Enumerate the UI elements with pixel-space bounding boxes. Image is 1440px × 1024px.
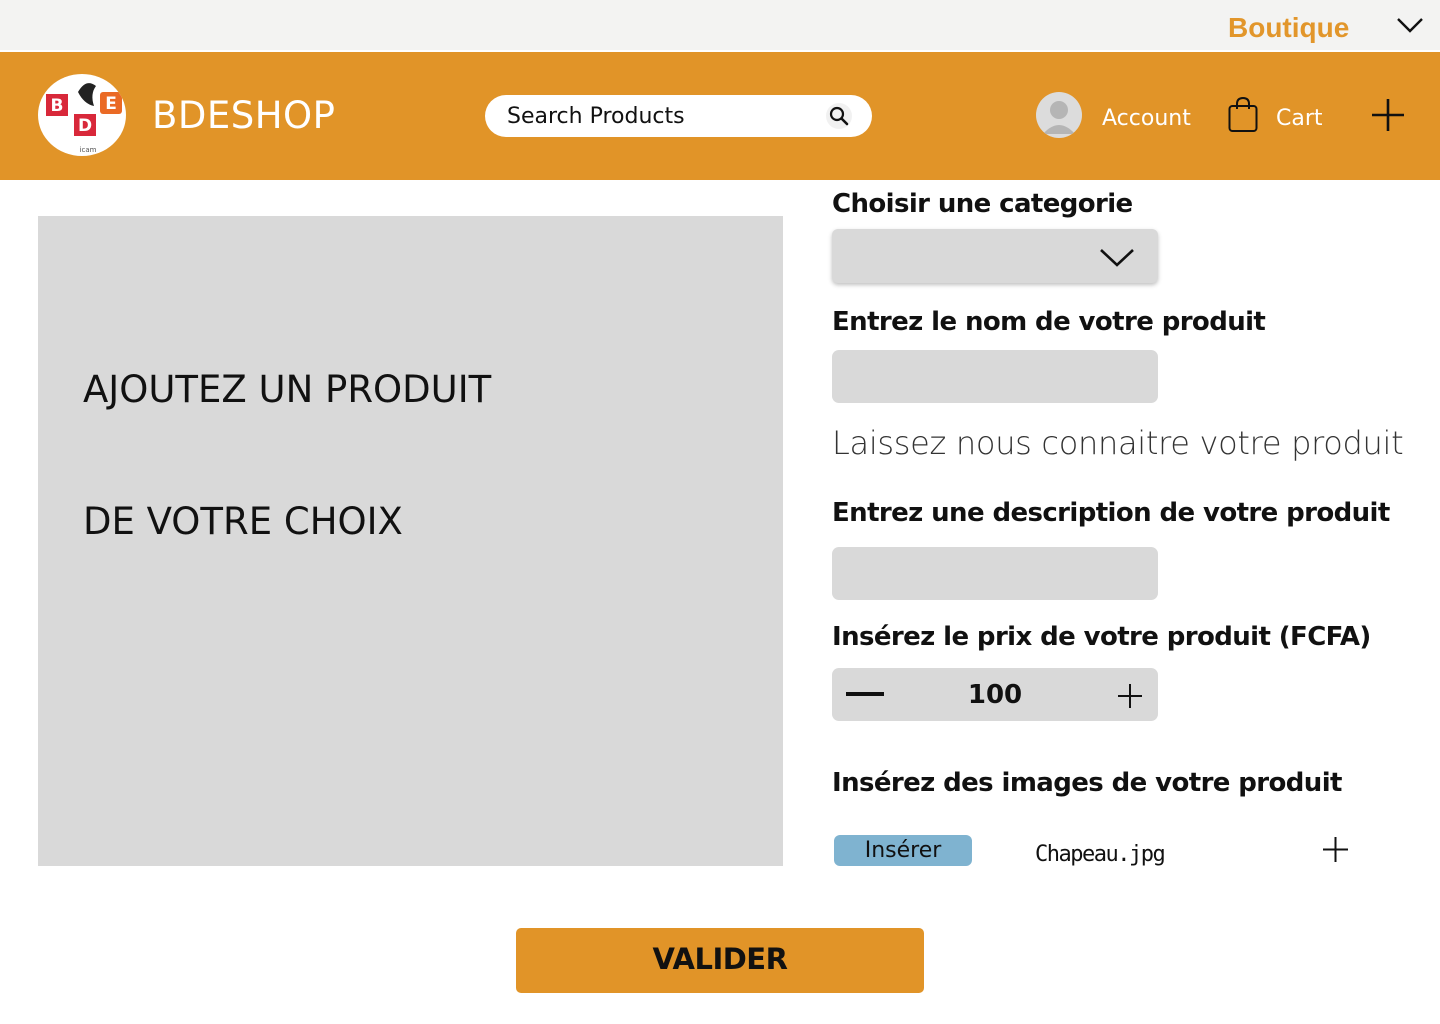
logo[interactable]: B D E icam bbox=[38, 74, 126, 156]
images-label: Insérez des images de votre produit bbox=[832, 768, 1342, 798]
top-bar bbox=[0, 0, 1440, 50]
price-label: Insérez le prix de votre produit (FCFA) bbox=[832, 622, 1371, 652]
description-input[interactable] bbox=[832, 547, 1158, 600]
search-bar[interactable] bbox=[485, 95, 872, 137]
plus-icon[interactable] bbox=[1322, 836, 1349, 863]
price-value[interactable]: 100 bbox=[940, 680, 1050, 710]
logo-image: B D E icam bbox=[46, 83, 122, 154]
search-icon[interactable] bbox=[822, 101, 856, 131]
account-link[interactable]: Account bbox=[1102, 106, 1191, 131]
boutique-menu-label[interactable]: Boutique bbox=[1228, 12, 1349, 44]
minus-icon[interactable] bbox=[846, 692, 884, 696]
brand-name[interactable]: BDESHOP bbox=[152, 94, 336, 137]
product-name-hint: Laissez nous connaitre votre produit bbox=[832, 424, 1404, 462]
search-input[interactable] bbox=[507, 95, 807, 137]
category-label: Choisir une categorie bbox=[832, 189, 1133, 219]
selected-file-name: Chapeau.jpg bbox=[1035, 842, 1166, 867]
category-select[interactable] bbox=[832, 229, 1158, 283]
svg-text:E: E bbox=[105, 94, 117, 114]
svg-text:B: B bbox=[51, 96, 64, 116]
plus-icon[interactable] bbox=[1117, 683, 1143, 709]
preview-title-line1: AJOUTEZ UN PRODUIT bbox=[83, 368, 492, 411]
shopping-bag-icon[interactable] bbox=[1227, 96, 1259, 134]
product-name-label: Entrez le nom de votre produit bbox=[832, 307, 1266, 337]
avatar[interactable] bbox=[1036, 92, 1082, 138]
description-label: Entrez une description de votre produit bbox=[832, 498, 1390, 528]
svg-text:D: D bbox=[78, 116, 92, 136]
user-icon bbox=[1043, 101, 1075, 134]
svg-text:icam: icam bbox=[80, 146, 97, 154]
insert-image-button[interactable]: Insérer bbox=[834, 835, 972, 866]
chevron-down-icon bbox=[1100, 249, 1134, 267]
preview-title-line2: DE VOTRE CHOIX bbox=[83, 500, 403, 543]
plus-icon[interactable] bbox=[1370, 97, 1406, 133]
chevron-down-icon[interactable] bbox=[1395, 14, 1425, 36]
cart-link[interactable]: Cart bbox=[1276, 106, 1323, 131]
product-name-input[interactable] bbox=[832, 350, 1158, 403]
submit-button[interactable]: VALIDER bbox=[516, 928, 924, 993]
